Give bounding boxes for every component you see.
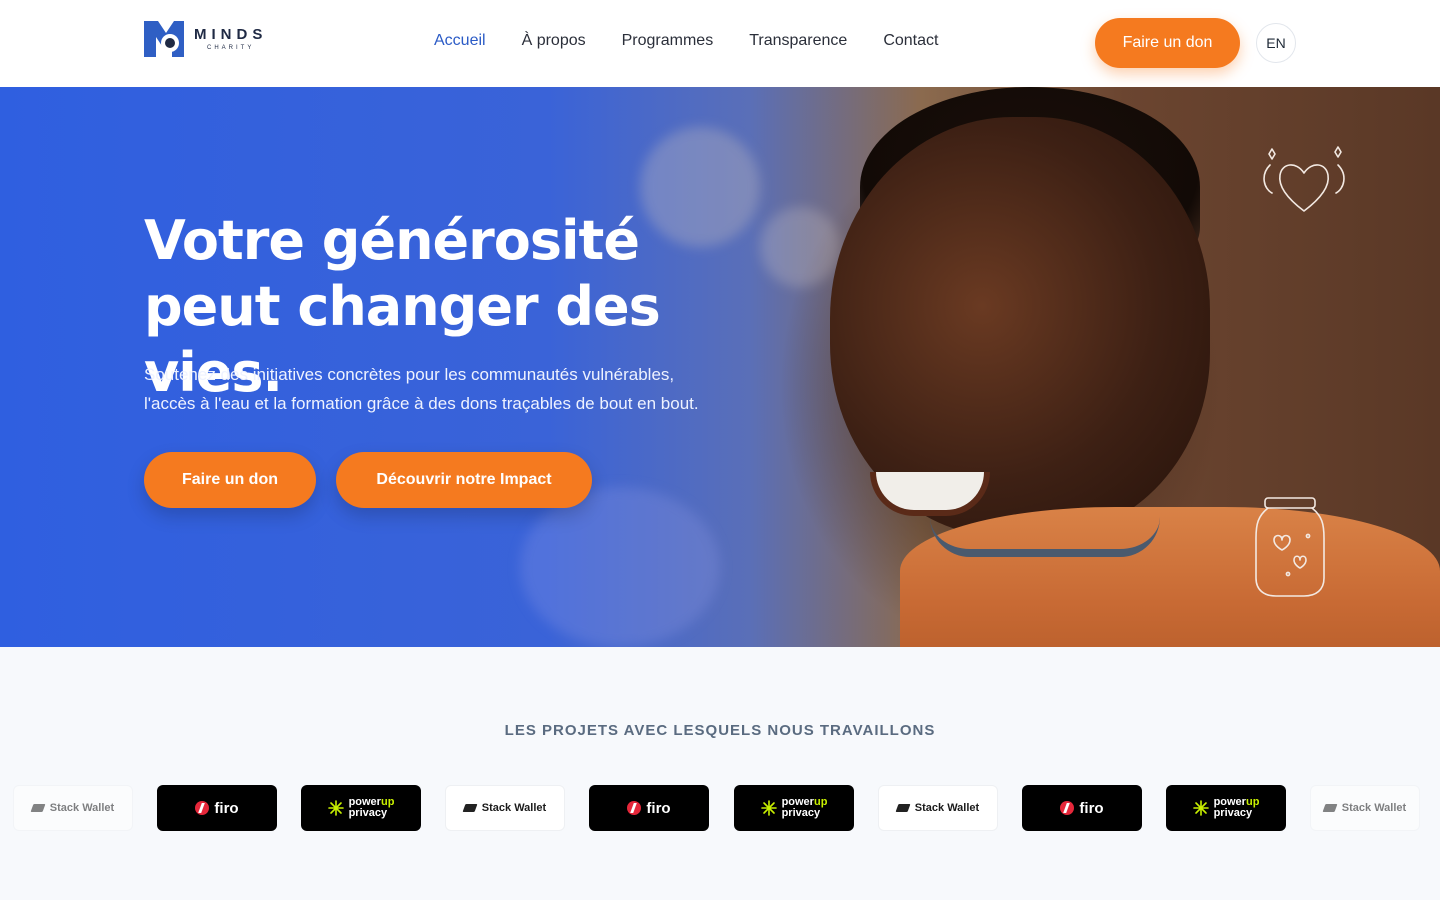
partner-logo-stack-wallet[interactable]: Stack Wallet xyxy=(878,785,998,831)
partner-logo-stack-wallet[interactable]: Stack Wallet xyxy=(13,785,133,831)
stack-wallet-icon xyxy=(462,804,478,812)
discover-impact-button[interactable]: Découvrir notre Impact xyxy=(336,452,592,508)
jar-icon xyxy=(1255,497,1325,597)
stack-wallet-icon xyxy=(30,804,46,812)
partner-name-bottom: privacy xyxy=(781,807,821,819)
main-nav: Accueil À propos Programmes Transparence… xyxy=(434,31,974,51)
partner-logo-firo[interactable]: firo xyxy=(589,785,709,831)
partner-logo-powerup[interactable]: powerup privacy xyxy=(734,785,854,831)
header-donate-button[interactable]: Faire un don xyxy=(1095,18,1240,68)
heart-outline-icon xyxy=(1263,146,1345,212)
hero-donate-button[interactable]: Faire un don xyxy=(144,452,316,508)
powerup-icon xyxy=(760,800,777,816)
logo-name: MINDS xyxy=(194,25,268,43)
partner-name-bottom: privacy xyxy=(1213,807,1253,819)
site-logo[interactable]: MINDS CHARITY xyxy=(144,21,267,57)
firo-icon xyxy=(627,801,642,815)
stack-wallet-icon xyxy=(1322,804,1338,812)
hero-section: Votre générosité peut changer des vies. … xyxy=(0,87,1440,647)
partner-name: firo xyxy=(646,799,671,817)
partners-logo-strip: Stack Wallet firo powerup privacy Stack … xyxy=(0,785,1440,831)
partner-logo-firo[interactable]: firo xyxy=(157,785,277,831)
powerup-icon xyxy=(327,800,344,816)
minds-logo-icon xyxy=(144,21,184,57)
partners-title: LES PROJETS AVEC LESQUELS NOUS TRAVAILLO… xyxy=(504,722,936,739)
partner-name: firo xyxy=(1079,799,1104,817)
partner-logo-stack-wallet[interactable]: Stack Wallet xyxy=(445,785,565,831)
partner-logo-powerup[interactable]: powerup privacy xyxy=(1166,785,1286,831)
hero-bokeh xyxy=(520,487,720,647)
firo-icon xyxy=(1060,801,1075,815)
hero-photo-collar xyxy=(930,517,1160,557)
language-switch-button[interactable]: EN xyxy=(1256,23,1296,63)
stack-wallet-icon xyxy=(895,804,911,812)
partner-name: Stack Wallet xyxy=(1341,802,1407,814)
logo-sub: CHARITY xyxy=(207,44,255,51)
partner-name: Stack Wallet xyxy=(49,802,115,814)
partner-name: firo xyxy=(214,799,239,817)
partner-name: Stack Wallet xyxy=(914,802,980,814)
nav-item-transparence[interactable]: Transparence xyxy=(749,31,847,51)
nav-item-accueil[interactable]: Accueil xyxy=(434,31,486,51)
hero-subtitle: Soutenez des initiatives concrètes pour … xyxy=(144,365,699,413)
partner-name-bottom: privacy xyxy=(348,807,388,819)
partner-name: Stack Wallet xyxy=(481,802,547,814)
partner-logo-stack-wallet[interactable]: Stack Wallet xyxy=(1310,785,1420,831)
nav-item-a-propos[interactable]: À propos xyxy=(522,31,586,51)
partner-logo-powerup[interactable]: powerup privacy xyxy=(301,785,421,831)
site-header: MINDS CHARITY Accueil À propos Programme… xyxy=(0,0,1440,87)
nav-item-programmes[interactable]: Programmes xyxy=(622,31,714,51)
nav-item-contact[interactable]: Contact xyxy=(883,31,938,51)
powerup-icon xyxy=(1192,800,1209,816)
firo-icon xyxy=(195,801,210,815)
partner-logo-firo[interactable]: firo xyxy=(1022,785,1142,831)
hero-bokeh xyxy=(760,207,840,287)
